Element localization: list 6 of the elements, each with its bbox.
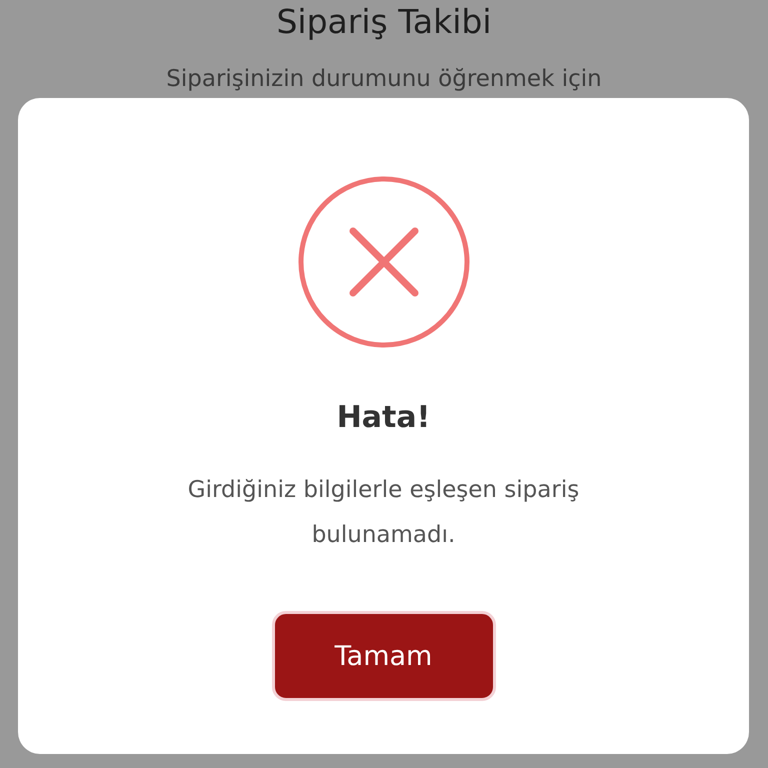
dialog-title: Hata! (336, 399, 430, 437)
dialog-message: Girdiğiniz bilgilerle eşleşen sipariş bulunamadı. (186, 476, 580, 550)
page-subtitle: Siparişinizin durumunu öğrenmek için (166, 65, 602, 94)
page-title: Sipariş Takibi (276, 2, 492, 42)
ok-button[interactable]: Tamam (272, 611, 496, 701)
error-circle-x-icon (298, 176, 470, 348)
